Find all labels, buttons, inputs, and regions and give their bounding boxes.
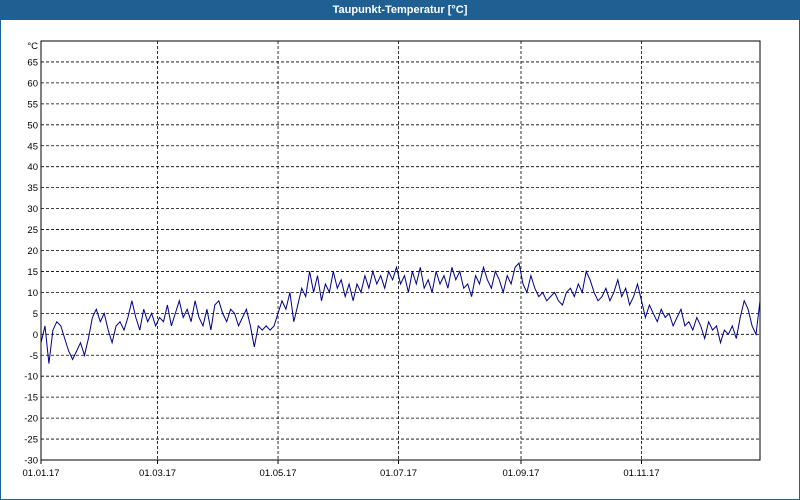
y-tick-label: 20 xyxy=(27,246,38,257)
y-tick-label: 60 xyxy=(27,78,38,89)
y-tick-label: 10 xyxy=(27,288,38,299)
y-tick-label: 50 xyxy=(27,120,38,131)
x-tick-label: 01.05.17 xyxy=(260,468,297,479)
y-tick-label: -25 xyxy=(24,435,38,446)
y-tick-label: 0 xyxy=(33,330,38,341)
y-tick-label: -15 xyxy=(24,393,38,404)
y-tick-label: -20 xyxy=(24,414,38,425)
dewpoint-chart: 65605550454035302520151050-5-10-15-20-25… xyxy=(23,40,761,479)
x-tick-label: 01.11.17 xyxy=(623,468,659,479)
x-tick-label: 01.03.17 xyxy=(139,468,176,479)
chart-window: Taupunkt-Temperatur [°C] 65 60 55 50 45 40 35 3… xyxy=(0,0,800,500)
y-tick-label: 40 xyxy=(27,162,38,173)
y-tick-label: -5 xyxy=(30,351,38,362)
y-tick-label: 5 xyxy=(33,309,38,320)
y-tick-label: -10 xyxy=(24,372,38,383)
y-axis-unit: °C xyxy=(27,41,38,52)
y-tick-label: 15 xyxy=(27,267,38,278)
y-tick-label: 25 xyxy=(27,225,38,236)
y-tick-label: 30 xyxy=(27,204,38,215)
y-tick-label: 45 xyxy=(27,141,38,152)
y-tick-label: 65 xyxy=(27,57,38,68)
x-tick-label: 01.01.17 xyxy=(23,468,60,479)
y-tick-label: -30 xyxy=(24,456,38,467)
x-tick-label: 01.09.17 xyxy=(502,468,539,479)
x-tick-label: 01.07.17 xyxy=(380,468,417,479)
y-tick-label: 35 xyxy=(27,183,38,194)
y-tick-label: 55 xyxy=(27,99,38,110)
